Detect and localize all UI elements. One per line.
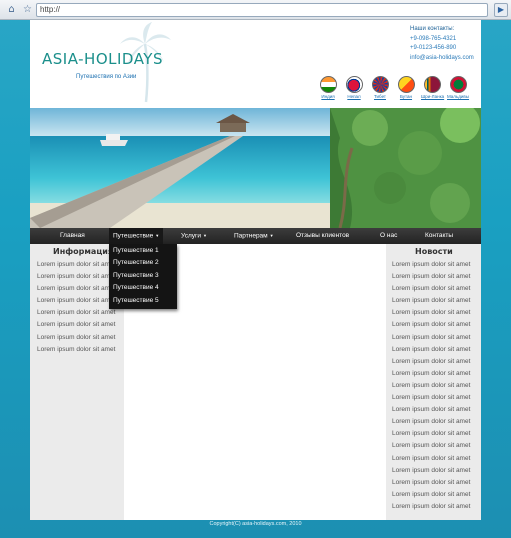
list-item[interactable]: Lorem ipsum dolor sit amet xyxy=(386,501,481,513)
list-item[interactable]: Lorem ipsum dolor sit amet xyxy=(386,428,481,440)
list-item[interactable]: Lorem ipsum dolor sit amet xyxy=(386,271,481,283)
star-icon[interactable]: ☆ xyxy=(21,3,34,16)
tibet-flag-icon xyxy=(371,76,389,93)
list-item[interactable]: Lorem ipsum dolor sit amet xyxy=(386,319,481,331)
list-item[interactable]: Lorem ipsum dolor sit amet xyxy=(30,344,124,356)
list-item[interactable]: Lorem ipsum dolor sit amet xyxy=(30,332,124,344)
nav-label: Главная xyxy=(60,232,85,239)
list-item[interactable]: Lorem ipsum dolor sit amet xyxy=(386,453,481,465)
list-item[interactable]: Lorem ipsum dolor sit amet xyxy=(30,319,124,331)
site-header: ASIA-HOLIDAYS Путешествия по Азии Наши к… xyxy=(30,20,481,108)
play-icon[interactable]: ▶ xyxy=(494,3,508,17)
menu-item[interactable]: Путешествие 2 xyxy=(109,257,177,269)
nav-item-reviews[interactable]: Отзывы клиентов xyxy=(296,228,349,244)
nav-label: Партнерам xyxy=(234,232,268,240)
nepal-flag-icon xyxy=(345,76,363,93)
sri-lanka-flag-icon xyxy=(423,76,441,93)
phone-1: +9-098-765-4321 xyxy=(410,35,457,42)
address-bar[interactable]: http:// xyxy=(36,3,488,17)
list-item[interactable]: Lorem ipsum dolor sit amet xyxy=(386,380,481,392)
nav-item-contacts[interactable]: Контакты xyxy=(425,228,453,244)
menu-item[interactable]: Путешествие 5 xyxy=(109,295,177,307)
list-item[interactable]: Lorem ipsum dolor sit amet xyxy=(386,416,481,428)
flag-maldives[interactable]: Мальдивы xyxy=(447,76,469,99)
flag-sri-lanka[interactable]: Шри-Ланка xyxy=(421,76,445,99)
flag-bhutan[interactable]: Бутан xyxy=(395,76,417,99)
flag-label: Мальдивы xyxy=(447,94,470,99)
list-item[interactable]: Lorem ipsum dolor sit amet xyxy=(386,307,481,319)
list-item[interactable]: Lorem ipsum dolor sit amet xyxy=(386,404,481,416)
list-item[interactable]: Lorem ipsum dolor sit amet xyxy=(386,392,481,404)
nav-label: Контакты xyxy=(425,232,454,239)
site-logo[interactable]: ASIA-HOLIDAYS xyxy=(42,50,163,68)
chevron-down-icon: ▼ xyxy=(203,233,207,238)
phone-2: +9-0123-456-890 xyxy=(410,45,457,51)
browser-toolbar: ⌂ ☆ http:// ▶ xyxy=(0,0,511,20)
nav-item-services[interactable]: Услуги ▼ xyxy=(181,228,207,244)
home-icon[interactable]: ⌂ xyxy=(5,3,18,16)
main-nav: Главная Путешествие ▼ Услуги ▼ Партнерам ▼ … xyxy=(30,228,481,244)
list-item[interactable]: Lorem ipsum dolor sit amet xyxy=(386,368,481,380)
nav-item-partners[interactable]: Партнерам ▼ xyxy=(234,228,274,244)
nav-label: О нас xyxy=(380,232,398,239)
list-item[interactable]: Lorem ipsum dolor sit amet xyxy=(386,477,481,489)
email-link[interactable]: info@asia-holidays.com xyxy=(410,54,474,64)
contacts-title: Наши контакты: xyxy=(410,26,455,32)
nav-item-about[interactable]: О нас xyxy=(380,228,397,244)
nav-label: Отзывы клиентов xyxy=(296,232,350,239)
menu-item[interactable]: Путешествие 4 xyxy=(109,282,177,294)
flag-nepal[interactable]: Непал xyxy=(343,76,365,99)
list-item[interactable]: Lorem ipsum dolor sit amet xyxy=(386,356,481,368)
nav-label: Путешествие xyxy=(113,232,154,240)
india-flag-icon xyxy=(319,76,337,93)
list-item[interactable]: Lorem ipsum dolor sit amet xyxy=(386,489,481,501)
travel-dropdown-menu: Путешествие 1 Путешествие 2 Путешествие … xyxy=(109,244,177,309)
flag-label: Индия xyxy=(321,94,335,99)
list-item[interactable]: Lorem ipsum dolor sit amet xyxy=(386,344,481,356)
list-item[interactable]: Lorem ipsum dolor sit amet xyxy=(386,332,481,344)
list-item[interactable]: Lorem ipsum dolor sit amet xyxy=(386,259,481,271)
flag-label: Бутан xyxy=(399,94,413,99)
news-sidebar: Новости Lorem ipsum dolor sit amet Lorem… xyxy=(386,244,481,520)
list-item[interactable]: Lorem ipsum dolor sit amet xyxy=(386,283,481,295)
list-item[interactable]: Lorem ipsum dolor sit amet xyxy=(386,440,481,452)
contacts-block: Наши контакты: +9-098-765-4321 +9-0123-4… xyxy=(410,25,474,63)
flag-tibet[interactable]: Тибет xyxy=(369,76,391,99)
footer-copyright: Copyright(C) asia-holidays.com, 2010 xyxy=(209,521,302,527)
menu-item[interactable]: Путешествие 3 xyxy=(109,270,177,282)
menu-item[interactable]: Путешествие 1 xyxy=(109,245,177,257)
banner-image xyxy=(30,108,481,228)
nav-item-travel[interactable]: Путешествие ▼ xyxy=(109,228,164,244)
news-title: Новости xyxy=(415,247,453,256)
site-tagline: Путешествия по Азии xyxy=(76,74,137,80)
list-item[interactable]: Lorem ipsum dolor sit amet xyxy=(30,307,124,319)
flag-india[interactable]: Индия xyxy=(317,76,339,99)
flag-label: Непал xyxy=(347,94,361,99)
nav-label: Услуги xyxy=(181,232,201,240)
flag-label: Тибет xyxy=(373,94,386,99)
list-item[interactable]: Lorem ipsum dolor sit amet xyxy=(386,465,481,477)
flag-label: Шри-Ланка xyxy=(421,94,445,99)
nav-item-home[interactable]: Главная xyxy=(60,228,85,244)
page-container: ASIA-HOLIDAYS Путешествия по Азии Наши к… xyxy=(30,20,481,520)
chevron-down-icon: ▼ xyxy=(269,233,274,238)
maldives-flag-icon xyxy=(449,76,467,93)
list-item[interactable]: Lorem ipsum dolor sit amet xyxy=(386,295,481,307)
bhutan-flag-icon xyxy=(397,76,415,93)
chevron-down-icon: ▼ xyxy=(155,233,160,238)
